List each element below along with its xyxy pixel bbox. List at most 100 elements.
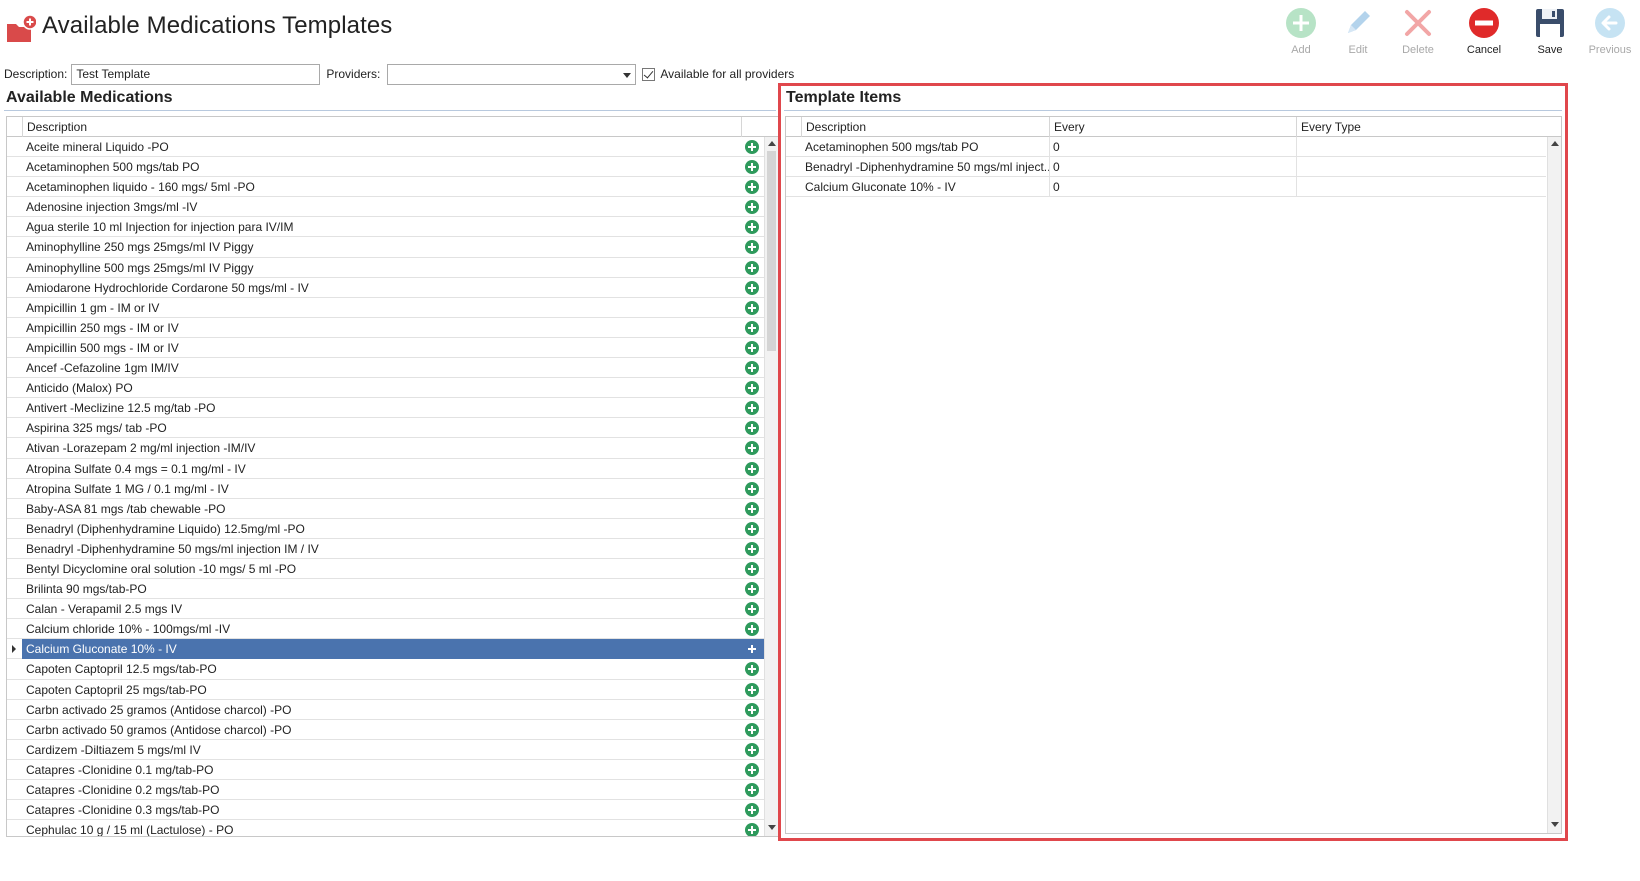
column-separator: [1049, 157, 1050, 178]
providers-select[interactable]: [387, 63, 637, 85]
table-row[interactable]: Agua sterile 10 ml Injection for injecti…: [7, 217, 765, 238]
delete-button[interactable]: Delete: [1388, 6, 1448, 60]
column-header-every[interactable]: Every: [1049, 117, 1297, 137]
available-all-checkbox[interactable]: [642, 67, 656, 81]
plus-circle-icon[interactable]: [745, 521, 759, 536]
plus-circle-icon[interactable]: [745, 662, 759, 677]
plus-circle-icon[interactable]: [745, 260, 759, 275]
previous-button[interactable]: Previous: [1580, 6, 1640, 60]
table-row[interactable]: Antivert -Meclizine 12.5 mg/tab -PO: [7, 398, 765, 419]
table-row[interactable]: Ancef -Cefazoline 1gm IM/IV: [7, 358, 765, 379]
column-header-every-type[interactable]: Every Type: [1296, 117, 1546, 137]
plus-circle-icon[interactable]: [745, 742, 759, 757]
plus-circle-icon[interactable]: [745, 240, 759, 255]
table-row[interactable]: Carbn activado 50 gramos (Antidose charc…: [7, 720, 765, 740]
plus-circle-icon[interactable]: [745, 823, 759, 836]
plus-circle-icon[interactable]: [745, 682, 759, 697]
edit-button[interactable]: Edit: [1328, 6, 1388, 60]
table-row[interactable]: Capoten Captopril 25 mgs/tab-PO: [7, 680, 765, 700]
table-row[interactable]: Acetaminophen 500 mgs/tab PO 0: [786, 137, 1546, 158]
cancel-button[interactable]: Cancel: [1454, 6, 1514, 60]
table-row[interactable]: Benadryl -Diphenhydramine 50 mgs/ml inje…: [786, 157, 1546, 178]
table-row[interactable]: Catapres -Clonidine 0.1 mg/tab-PO: [7, 760, 765, 780]
table-row[interactable]: Atropina Sulfate 0.4 mgs = 0.1 mg/ml - I…: [7, 459, 765, 479]
table-row[interactable]: Calan - Verapamil 2.5 mgs IV: [7, 599, 765, 620]
table-row[interactable]: Acetaminophen 500 mgs/tab PO: [7, 157, 765, 178]
table-row[interactable]: Calcium chloride 10% - 100mgs/ml -IV: [7, 619, 765, 640]
table-row[interactable]: Cephulac 10 g / 15 ml (Lactulose) - PO: [7, 820, 765, 837]
table-row[interactable]: Aminophylline 250 mgs 25mgs/ml IV Piggy: [7, 237, 765, 258]
plus-circle-icon[interactable]: [745, 602, 759, 617]
scroll-up-icon[interactable]: [768, 141, 776, 146]
plus-circle-icon[interactable]: [745, 160, 759, 175]
table-row[interactable]: Brilinta 90 mgs/tab-PO: [7, 579, 765, 600]
table-row[interactable]: Benadryl (Diphenhydramine Liquido) 12.5m…: [7, 519, 765, 539]
table-row[interactable]: Catapres -Clonidine 0.3 mgs/tab-PO: [7, 800, 765, 821]
table-row[interactable]: Aspirina 325 mgs/ tab -PO: [7, 418, 765, 439]
plus-circle-icon[interactable]: [745, 320, 759, 335]
table-row[interactable]: Ampicillin 500 mgs - IM or IV: [7, 338, 765, 359]
medication-description: Acetaminophen 500 mgs/tab PO: [26, 160, 200, 175]
medication-description: Cardizem -Diltiazem 5 mgs/ml IV: [26, 742, 201, 757]
plus-circle-icon[interactable]: [745, 361, 759, 376]
vertical-scrollbar[interactable]: [1547, 137, 1561, 833]
plus-circle-icon[interactable]: [745, 220, 759, 235]
table-row[interactable]: Calcium Gluconate 10% - IV 0: [786, 177, 1546, 198]
plus-circle-icon[interactable]: [745, 541, 759, 556]
scroll-down-icon[interactable]: [1551, 822, 1559, 827]
plus-circle-icon[interactable]: [745, 300, 759, 315]
table-row[interactable]: Benadryl -Diphenhydramine 50 mgs/ml inje…: [7, 539, 765, 559]
medication-description: Cephulac 10 g / 15 ml (Lactulose) - PO: [26, 823, 234, 837]
table-row[interactable]: Bentyl Dicyclomine oral solution -10 mgs…: [7, 559, 765, 580]
column-header-description[interactable]: Description: [801, 117, 1049, 137]
table-row[interactable]: Atropina Sulfate 1 MG / 0.1 mg/ml - IV: [7, 479, 765, 499]
plus-circle-icon[interactable]: [745, 140, 759, 154]
table-row[interactable]: Acetaminophen liquido - 160 mgs/ 5ml -PO: [7, 177, 765, 198]
plus-circle-icon[interactable]: [745, 762, 759, 777]
table-row[interactable]: Calcium Gluconate 10% - IV: [7, 639, 765, 660]
table-row[interactable]: Ampicillin 1 gm - IM or IV: [7, 298, 765, 318]
scroll-up-icon[interactable]: [1551, 141, 1559, 146]
save-button[interactable]: Save: [1520, 6, 1580, 60]
template-item-every: 0: [1053, 140, 1060, 154]
table-row[interactable]: Aceite mineral Liquido -PO: [7, 137, 765, 158]
medication-description: Capoten Captopril 25 mgs/tab-PO: [26, 682, 207, 697]
plus-circle-icon[interactable]: [745, 582, 759, 597]
plus-circle-icon[interactable]: [745, 280, 759, 295]
add-button[interactable]: Add: [1271, 6, 1331, 60]
template-item-rows: Acetaminophen 500 mgs/tab PO 0 Benadryl -D…: [786, 137, 1546, 198]
plus-circle-icon[interactable]: [745, 702, 759, 717]
plus-circle-icon[interactable]: [745, 722, 759, 737]
description-input[interactable]: [71, 63, 321, 85]
table-row[interactable]: Ampicillin 250 mgs - IM or IV: [7, 318, 765, 338]
plus-circle-icon[interactable]: [745, 200, 759, 215]
plus-circle-icon[interactable]: [745, 481, 759, 496]
table-row[interactable]: Anticido (Malox) PO: [7, 378, 765, 399]
plus-circle-icon[interactable]: [745, 622, 759, 637]
table-row[interactable]: Cardizem -Diltiazem 5 mgs/ml IV: [7, 740, 765, 760]
column-header-description[interactable]: Description: [22, 117, 742, 137]
table-row[interactable]: Capoten Captopril 12.5 mgs/tab-PO: [7, 659, 765, 680]
plus-circle-icon[interactable]: [745, 381, 759, 396]
plus-circle-icon[interactable]: [745, 441, 759, 456]
table-row[interactable]: Catapres -Clonidine 0.2 mgs/tab-PO: [7, 780, 765, 801]
plus-circle-icon[interactable]: [745, 501, 759, 516]
table-row[interactable]: Ativan -Lorazepam 2 mg/ml injection -IM/…: [7, 438, 765, 459]
plus-circle-icon[interactable]: [745, 803, 759, 818]
plus-circle-icon[interactable]: [745, 180, 759, 195]
plus-circle-icon[interactable]: [745, 561, 759, 576]
plus-circle-icon[interactable]: [745, 421, 759, 436]
plus-circle-icon[interactable]: [745, 401, 759, 416]
table-row[interactable]: Carbn activado 25 gramos (Antidose charc…: [7, 700, 765, 720]
medication-description: Benadryl -Diphenhydramine 50 mgs/ml inje…: [26, 541, 319, 556]
scroll-thumb[interactable]: [767, 151, 776, 351]
table-row[interactable]: Aminophylline 500 mgs 25mgs/ml IV Piggy: [7, 258, 765, 278]
plus-circle-icon[interactable]: [745, 461, 759, 476]
table-row[interactable]: Baby-ASA 81 mgs /tab chewable -PO: [7, 499, 765, 519]
table-row[interactable]: Adenosine injection 3mgs/ml -IV: [7, 197, 765, 218]
vertical-scrollbar[interactable]: [764, 137, 778, 836]
plus-circle-icon[interactable]: [745, 783, 759, 797]
scroll-down-icon[interactable]: [768, 825, 776, 830]
table-row[interactable]: Amiodarone Hydrochloride Cordarone 50 mg…: [7, 278, 765, 298]
plus-circle-icon[interactable]: [745, 340, 759, 355]
